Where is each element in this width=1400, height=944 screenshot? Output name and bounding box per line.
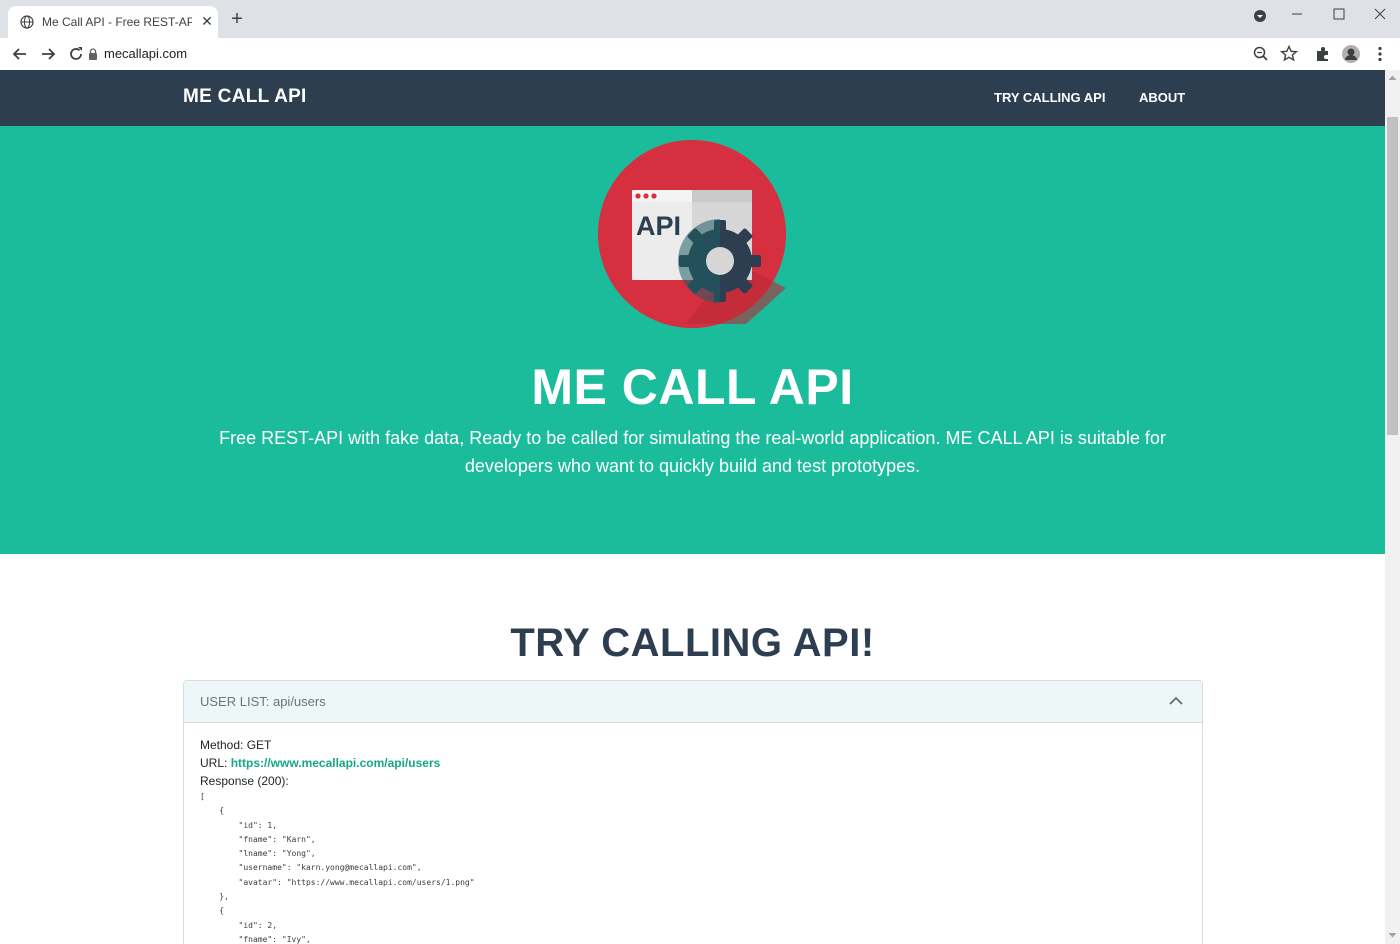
- forward-arrow-icon[interactable]: [38, 44, 58, 64]
- response-json-line: "fname": "Ivy",: [238, 934, 311, 944]
- page-viewport: ME CALL API TRY CALLING API ABOUT API ME…: [0, 70, 1385, 944]
- accordion-body: Method: GET URL: https://www.mecallapi.c…: [200, 736, 440, 790]
- bookmark-star-icon[interactable]: [1279, 44, 1299, 64]
- chevron-up-icon[interactable]: [1168, 694, 1184, 708]
- extensions-puzzle-icon[interactable]: [1313, 44, 1333, 64]
- tab-title: Me Call API - Free REST-API, Rea: [42, 15, 192, 29]
- response-json-line: "fname": "Karn",: [238, 834, 316, 844]
- scroll-up-arrow-icon[interactable]: [1388, 74, 1397, 82]
- browser-tab[interactable]: Me Call API - Free REST-API, Rea ✕: [8, 6, 218, 38]
- profile-dropdown-icon[interactable]: [1245, 4, 1275, 24]
- method-line: Method: GET: [200, 738, 272, 752]
- back-arrow-icon[interactable]: [10, 44, 30, 64]
- browser-titlebar: Me Call API - Free REST-API, Rea ✕ +: [0, 0, 1400, 38]
- response-json-line: "id": 1,: [238, 820, 278, 830]
- accordion-user-list: USER LIST: api/users Method: GET URL: ht…: [183, 680, 1203, 944]
- scroll-down-arrow-icon[interactable]: [1388, 931, 1397, 939]
- window-close-icon[interactable]: [1365, 4, 1395, 24]
- globe-icon: [20, 15, 34, 29]
- section-title: TRY CALLING API!: [510, 621, 875, 665]
- hero-section: API ME CALL API Free REST-API with fake …: [0, 126, 1385, 554]
- response-json-line: "username": "karn.yong@mecallapi.com",: [238, 863, 422, 873]
- page-scrollbar[interactable]: [1385, 70, 1400, 944]
- api-logo-icon: API: [598, 140, 786, 328]
- top-navbar: ME CALL API TRY CALLING API ABOUT: [0, 70, 1385, 126]
- maximize-icon[interactable]: [1324, 4, 1354, 24]
- browser-toolbar: mecallapi.com: [0, 38, 1400, 71]
- response-json-line: "id": 2,: [238, 920, 278, 930]
- hero-title: ME CALL API: [531, 359, 854, 415]
- profile-avatar-icon[interactable]: [1341, 44, 1361, 64]
- close-tab-icon[interactable]: ✕: [198, 12, 216, 30]
- url-line: URL: https://www.mecallapi.com/api/users: [200, 754, 440, 772]
- accordion-header-label: USER LIST: api/users: [200, 694, 326, 709]
- response-label: Response (200):: [200, 774, 289, 788]
- logo-api-text: API: [636, 211, 681, 241]
- new-tab-button[interactable]: +: [228, 9, 246, 29]
- url-label: URL:: [200, 756, 231, 770]
- reload-icon[interactable]: [66, 44, 86, 64]
- hero-description: Free REST-API with fake data, Ready to b…: [219, 428, 1166, 476]
- response-json-line: },: [219, 892, 229, 902]
- nav-link-try-calling-api[interactable]: TRY CALLING API: [994, 90, 1105, 105]
- lock-icon[interactable]: [88, 48, 98, 60]
- api-url-link[interactable]: https://www.mecallapi.com/api/users: [231, 756, 441, 770]
- zoom-icon[interactable]: [1251, 44, 1271, 64]
- response-json-line: "lname": "Yong",: [238, 849, 316, 859]
- response-json-line: [: [200, 792, 205, 801]
- address-bar[interactable]: mecallapi.com: [104, 46, 187, 61]
- response-json: [ { "id": 1, "fname": "Karn", "lname": "…: [200, 790, 475, 944]
- response-json-line: {: [219, 906, 225, 916]
- accordion-header[interactable]: USER LIST: api/users: [184, 681, 1202, 723]
- browser-menu-icon[interactable]: [1370, 44, 1390, 64]
- scrollbar-thumb[interactable]: [1387, 117, 1398, 435]
- response-json-line: {: [219, 806, 225, 816]
- navbar-brand[interactable]: ME CALL API: [183, 86, 307, 108]
- nav-link-about[interactable]: ABOUT: [1139, 90, 1185, 105]
- minimize-icon[interactable]: [1282, 4, 1312, 24]
- response-json-line: "avatar": "https://www.mecallapi.com/use…: [238, 877, 475, 887]
